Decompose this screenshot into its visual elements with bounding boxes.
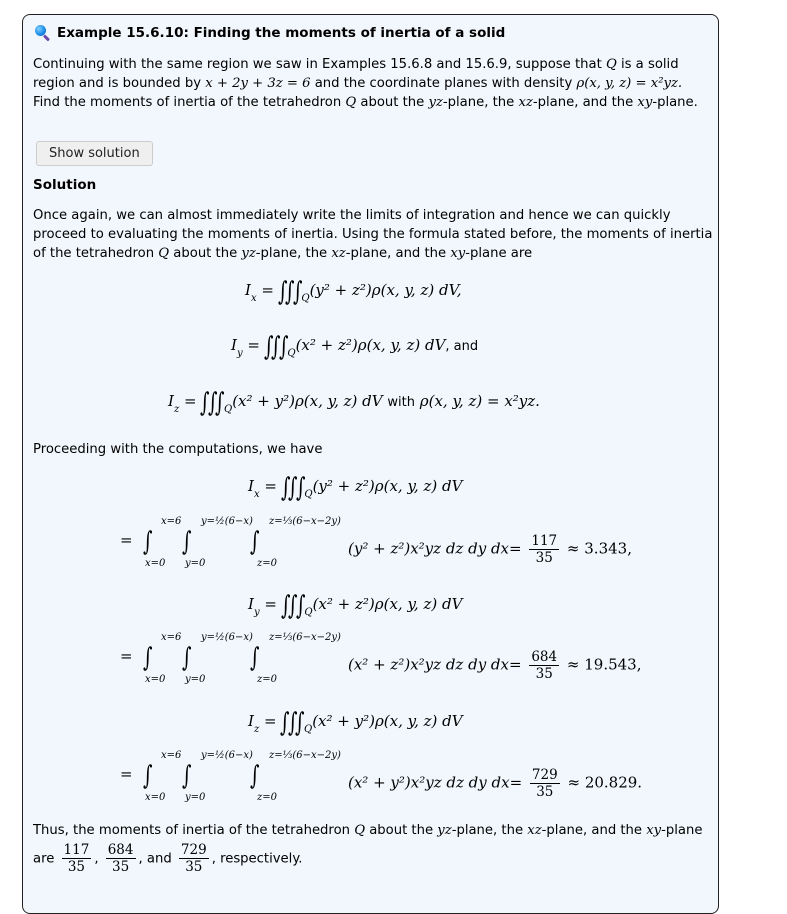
- formula-Iz: Iz = ∫∫∫Q(x² + y²)ρ(x, y, z) dV with ρ(x…: [168, 388, 540, 418]
- show-solution-button[interactable]: Show solution: [36, 141, 153, 166]
- magnifier-icon: [35, 25, 51, 42]
- conclusion: Thus, the moments of inertia of the tetr…: [33, 823, 703, 875]
- example-box: Example 15.6.10: Finding the moments of …: [22, 14, 719, 914]
- fraction-Ix: 117 35: [529, 533, 560, 566]
- formula-Iy: Iy = ∫∫∫Q(x² + z²)ρ(x, y, z) dV, and: [231, 332, 479, 362]
- computation-Iz-header: Iz = ∫∫∫Q(x² + y²)ρ(x, y, z) dV: [248, 708, 463, 738]
- fraction-Iy: 684 35: [529, 649, 560, 682]
- computation-Iy-header: Iy = ∫∫∫Q(x² + z²)ρ(x, y, z) dV: [248, 591, 463, 621]
- problem-statement: Continuing with the same region we saw i…: [33, 57, 698, 110]
- conclusion-fraction-Ix: 117 35: [61, 842, 92, 875]
- fraction-Iz: 729 35: [529, 767, 560, 800]
- proceeding-text: Proceeding with the computations, we hav…: [33, 442, 323, 457]
- solution-heading: Solution: [33, 177, 97, 193]
- formula-Ix: Ix = ∫∫∫Q(y² + z²)ρ(x, y, z) dV,: [245, 277, 462, 307]
- example-title: Example 15.6.10: Finding the moments of …: [35, 25, 506, 42]
- conclusion-fraction-Iy: 684 35: [105, 842, 136, 875]
- solution-intro: Once again, we can almost immediately wr…: [33, 208, 713, 261]
- conclusion-fraction-Iz: 729 35: [178, 842, 209, 875]
- computation-Ix-header: Ix = ∫∫∫Q(y² + z²)ρ(x, y, z) dV: [248, 473, 463, 503]
- example-title-text: Example 15.6.10: Finding the moments of …: [57, 25, 506, 41]
